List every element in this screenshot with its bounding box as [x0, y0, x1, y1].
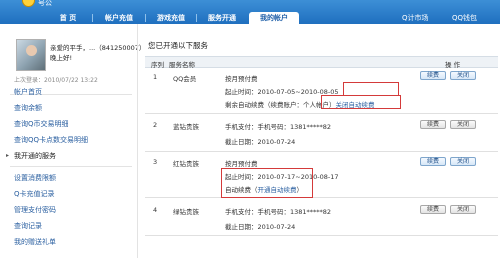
top-navigation: 号公 首 页 帐户充值 游戏充值 服务开通 我的帐户 Q计市场 QQ钱包: [0, 0, 500, 24]
active-arrow-icon: ▸: [6, 152, 10, 159]
tab-separator: [92, 14, 93, 22]
sidebar-item-my-services[interactable]: 我开通的服务: [14, 151, 56, 161]
main-content: 您已开通以下服务 序列 服务名称 操 作 1 QQ会员 按月预付费 起止时间：2…: [137, 24, 500, 258]
avatar: [16, 39, 46, 71]
service-name: 绿钻贵族: [173, 208, 199, 216]
tab-my-account[interactable]: 我的帐户: [249, 12, 299, 24]
highlight-box: [321, 95, 401, 109]
service-name: 红钻贵族: [173, 160, 199, 168]
expiry-date: 截止日期：2010-07-24: [225, 223, 296, 231]
logo-text: 号公: [38, 0, 52, 7]
tab-game-recharge[interactable]: 游戏充值: [148, 12, 194, 24]
sidebar-item-account-home[interactable]: 帐户首页: [14, 87, 42, 97]
service-name: 蓝钻贵族: [173, 123, 199, 131]
top-link-market[interactable]: Q计市场: [402, 12, 429, 24]
sidebar: 亲爱的平手，...（841250007） 晚上好! 上次登录：2010/07/2…: [0, 24, 145, 258]
sidebar-item-spend-limit[interactable]: 设置消费限额: [14, 173, 56, 183]
tab-service-activation[interactable]: 服务开通: [199, 12, 245, 24]
table-row: 4 绿钻贵族 手机支付：手机号码：1381*****82 截止日期：2010-0…: [145, 198, 498, 236]
sidebar-divider: [10, 166, 132, 167]
sidebar-item-qcard-records[interactable]: Q卡充值记录: [14, 189, 55, 199]
row-index: 3: [153, 158, 158, 166]
renew-button[interactable]: 续费: [420, 157, 446, 166]
sidebar-item-qqcard-detail[interactable]: 查询QQ卡点数交易明细: [14, 135, 88, 145]
user-greeting-name: 亲爱的平手，...（841250007）: [50, 44, 146, 52]
tab-separator: [145, 14, 146, 22]
renew-button[interactable]: 续费: [420, 205, 446, 214]
sidebar-item-records[interactable]: 查询记录: [14, 221, 42, 231]
row-index: 1: [153, 73, 158, 81]
table-row: 1 QQ会员 按月预付费 起止时间：2010-07-05~2010-08-05 …: [145, 68, 498, 114]
table-row: 3 红钻贵族 按月预付费 起止时间：2010-07-17~2010-08-17 …: [145, 152, 498, 198]
service-name: QQ会员: [173, 75, 197, 83]
sidebar-item-gift-list[interactable]: 我的赠送礼单: [14, 237, 56, 247]
row-index: 2: [153, 121, 158, 129]
billing-type: 按月预付费: [225, 75, 258, 83]
top-link-wallet[interactable]: QQ钱包: [452, 12, 477, 24]
close-button[interactable]: 关闭: [450, 71, 476, 80]
expiry-date: 截止日期：2010-07-24: [225, 138, 296, 146]
renew-button[interactable]: 续费: [420, 120, 446, 129]
sidebar-item-qcoin-detail[interactable]: 查询Q币交易明细: [14, 119, 69, 129]
highlight-box: [343, 82, 399, 96]
user-info-box: 亲爱的平手，...（841250007） 晚上好! 上次登录：2010/07/2…: [6, 32, 145, 90]
payment-method: 手机支付：手机号码：1381*****82: [225, 123, 332, 131]
tab-account-recharge[interactable]: 帐户充值: [96, 12, 142, 24]
close-button[interactable]: 关闭: [450, 205, 476, 214]
sidebar-item-balance[interactable]: 查询余额: [14, 103, 42, 113]
table-row: 2 蓝钻贵族 手机支付：手机号码：1381*****82 截止日期：2010-0…: [145, 114, 498, 152]
user-greeting-time: 晚上好!: [50, 54, 73, 62]
close-button[interactable]: 关闭: [450, 157, 476, 166]
row-index: 4: [153, 206, 158, 214]
close-button[interactable]: 关闭: [450, 120, 476, 129]
table-header: 序列 服务名称 操 作: [145, 56, 498, 69]
qq-logo-icon: [22, 0, 35, 7]
tab-home[interactable]: 首 页: [48, 12, 88, 24]
sidebar-item-payment-password[interactable]: 管理支付密码: [14, 205, 56, 215]
last-login-time: 上次登录：2010/07/22 13:22: [14, 77, 98, 84]
highlight-box: [221, 168, 313, 198]
renew-button[interactable]: 续费: [420, 71, 446, 80]
tab-separator: [196, 14, 197, 22]
payment-method: 手机支付：手机号码：1381*****82: [225, 208, 332, 216]
billing-type: 按月预付费: [225, 160, 258, 168]
page-title: 您已开通以下服务: [148, 41, 208, 50]
